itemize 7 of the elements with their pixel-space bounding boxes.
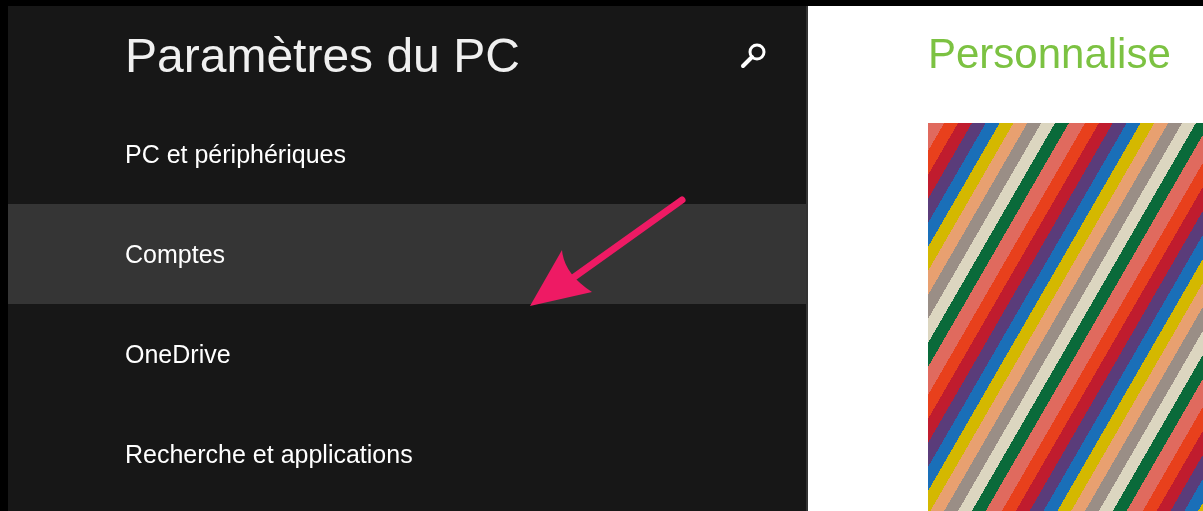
page-title: Personnalise <box>928 30 1172 78</box>
sidebar-item[interactable]: Recherche et applications <box>8 404 806 504</box>
sidebar-item[interactable]: Comptes <box>8 204 806 304</box>
sidebar-item[interactable]: PC et périphériques <box>8 104 806 204</box>
sidebar-item[interactable]: OneDrive <box>8 304 806 404</box>
search-icon[interactable] <box>740 41 768 69</box>
settings-title: Paramètres du PC <box>125 27 520 83</box>
